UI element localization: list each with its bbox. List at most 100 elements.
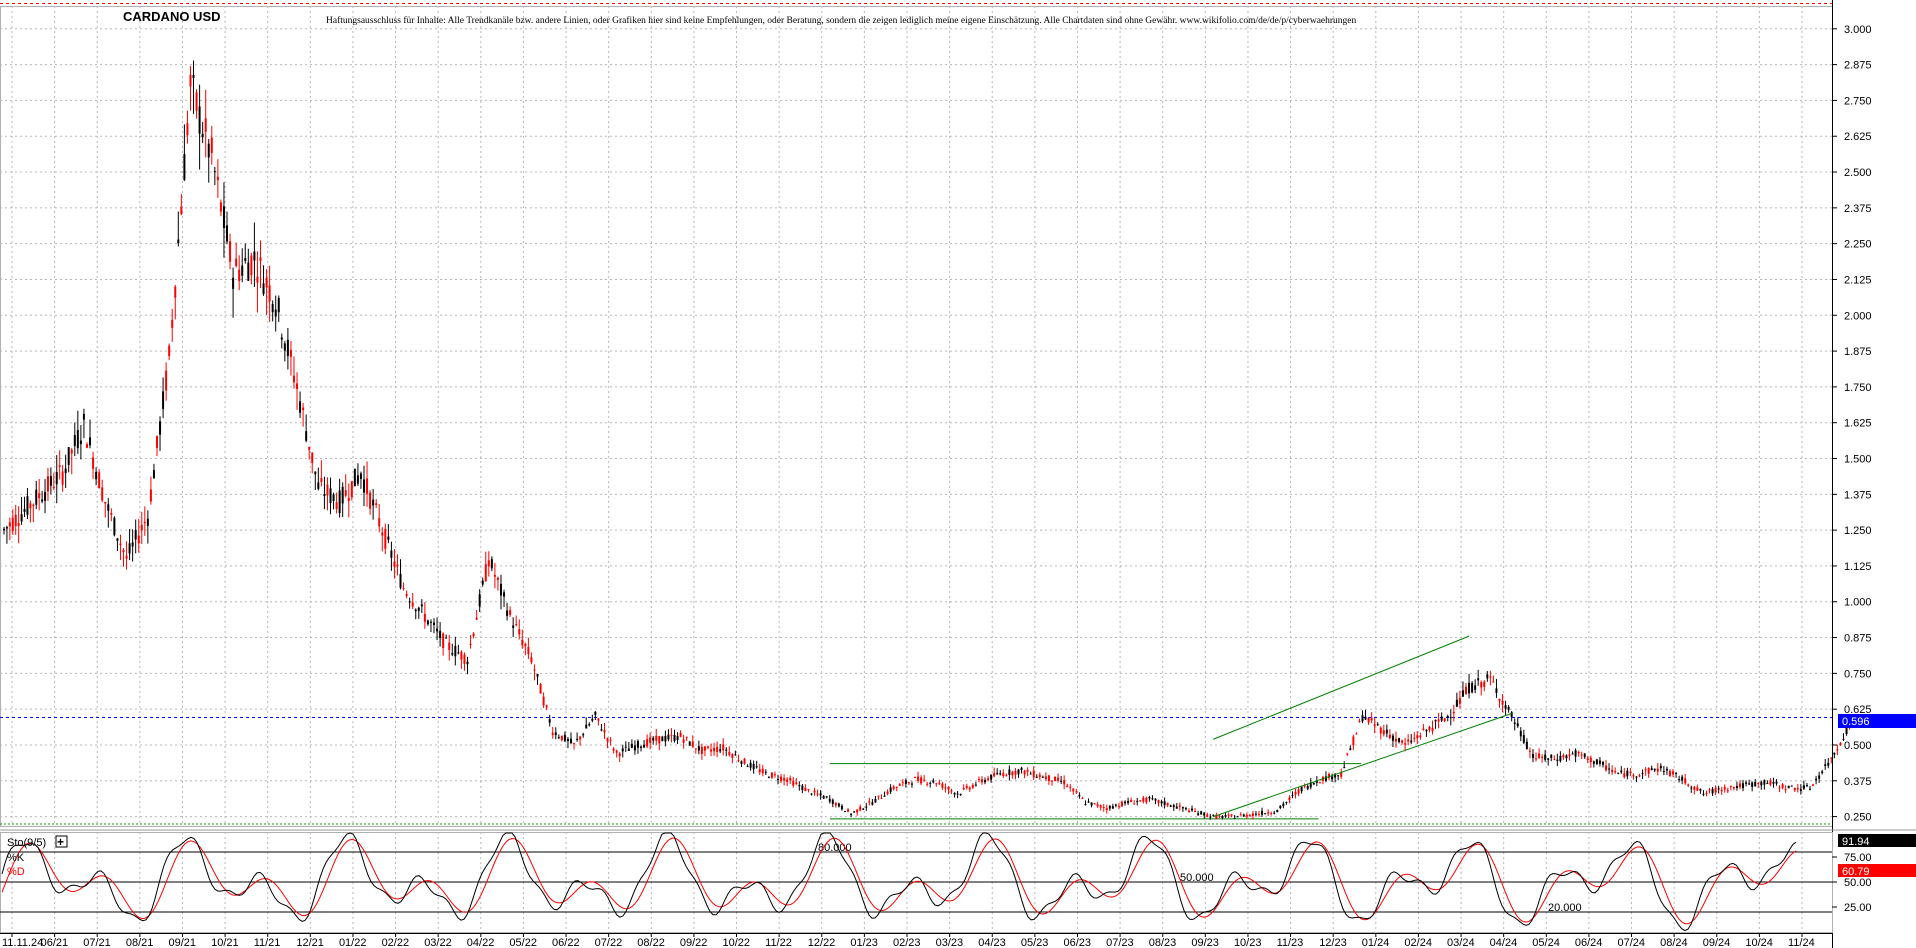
candle-body [1248,815,1251,817]
x-tick-label: 03/23 [936,937,964,948]
candle-body [341,486,344,504]
candle-body [1635,776,1638,778]
stoch-d-value: 60.79 [1842,866,1870,878]
candle-body [1230,814,1233,816]
candle-body [920,777,923,784]
candle-body [1440,716,1443,721]
candle-body [1297,789,1300,794]
candle-body [542,696,545,706]
candle-body [1312,782,1315,785]
candle-body [1011,771,1014,776]
candle-body [204,118,207,132]
candle-body [582,734,585,736]
candle-body [713,747,716,752]
candle-body [1242,814,1245,817]
x-tick-label: 07/24 [1618,937,1646,948]
candle-body [1373,724,1376,726]
candle-body [38,493,41,499]
candle-body [1044,776,1047,780]
candle-body [1605,765,1608,771]
candle-body [1218,815,1221,817]
candle-body [1276,809,1279,812]
candle-body [944,787,947,789]
candle-body [579,736,582,740]
candle-body [1595,759,1598,765]
candle-body [1318,782,1321,784]
candle-body [1784,789,1787,791]
candle-body [688,741,691,746]
candle-body [1632,775,1635,777]
candle-body [478,594,481,607]
candle-body [1224,815,1227,817]
candle-body [1370,717,1373,721]
candle-body [798,785,801,787]
candle-body [1029,773,1032,775]
candle-body [378,518,381,527]
candle-body [795,782,798,784]
x-tick-label: 07/23 [1106,937,1134,948]
y-tick-label: 1.250 [1844,525,1872,537]
candle-body [512,625,515,628]
candle-body [965,785,968,788]
candle-body [332,494,335,502]
candle-body [1245,814,1248,817]
candle-body [262,283,265,295]
stoch-title: Sto(9/5) [7,837,46,849]
candle-body [1361,715,1364,722]
y-tick-label: 1.500 [1844,454,1872,466]
candle-body [1723,787,1726,790]
x-tick-label: 09/22 [680,937,708,948]
candle-body [883,795,886,797]
candle-body [606,738,609,742]
candle-body [1054,776,1057,781]
candle-body [737,759,740,761]
x-tick-label: 09/21 [168,937,196,948]
candle-body [481,580,484,585]
candle-body [1102,806,1105,808]
candle-body [1023,770,1026,775]
candle-body [387,536,390,540]
candle-body [585,724,588,729]
candle-body [518,629,521,635]
x-tick-label: 09/23 [1191,937,1219,948]
candle-body [277,297,280,313]
candle-body [305,431,308,441]
candle-body [116,538,119,541]
candle-body [493,574,496,577]
candle-body [1096,804,1099,807]
candle-body [1233,817,1236,819]
candle-body [1151,798,1154,800]
candle-body [1391,735,1394,741]
candle-body [104,501,107,504]
candle-body [1376,724,1379,726]
candle-body [901,782,904,784]
candle-body [1413,737,1416,739]
candle-body [1041,776,1044,778]
candle-body [990,774,993,780]
candle-body [636,740,639,748]
candle-body [691,741,694,747]
candle-body [752,763,755,770]
candle-body [1769,780,1772,785]
candle-body [487,560,490,567]
candle-body [1443,718,1446,722]
candle-body [466,661,469,665]
candle-body [1562,755,1565,758]
candle-body [1455,699,1458,707]
candle-body [1121,801,1124,807]
candle-body [1093,803,1096,805]
candle-body [1264,813,1267,815]
candle-body [676,736,679,741]
candle-body [1812,784,1815,786]
candle-body [1559,756,1562,761]
candle-body [792,780,795,786]
candle-body [980,779,983,783]
candle-body [1379,727,1382,734]
candle-body [773,774,776,776]
candle-body [554,732,557,736]
candle-body [1611,769,1614,773]
candle-body [1032,770,1035,778]
candle-body [1471,682,1474,693]
candle-body [1130,799,1133,802]
candle-body [1142,797,1145,802]
